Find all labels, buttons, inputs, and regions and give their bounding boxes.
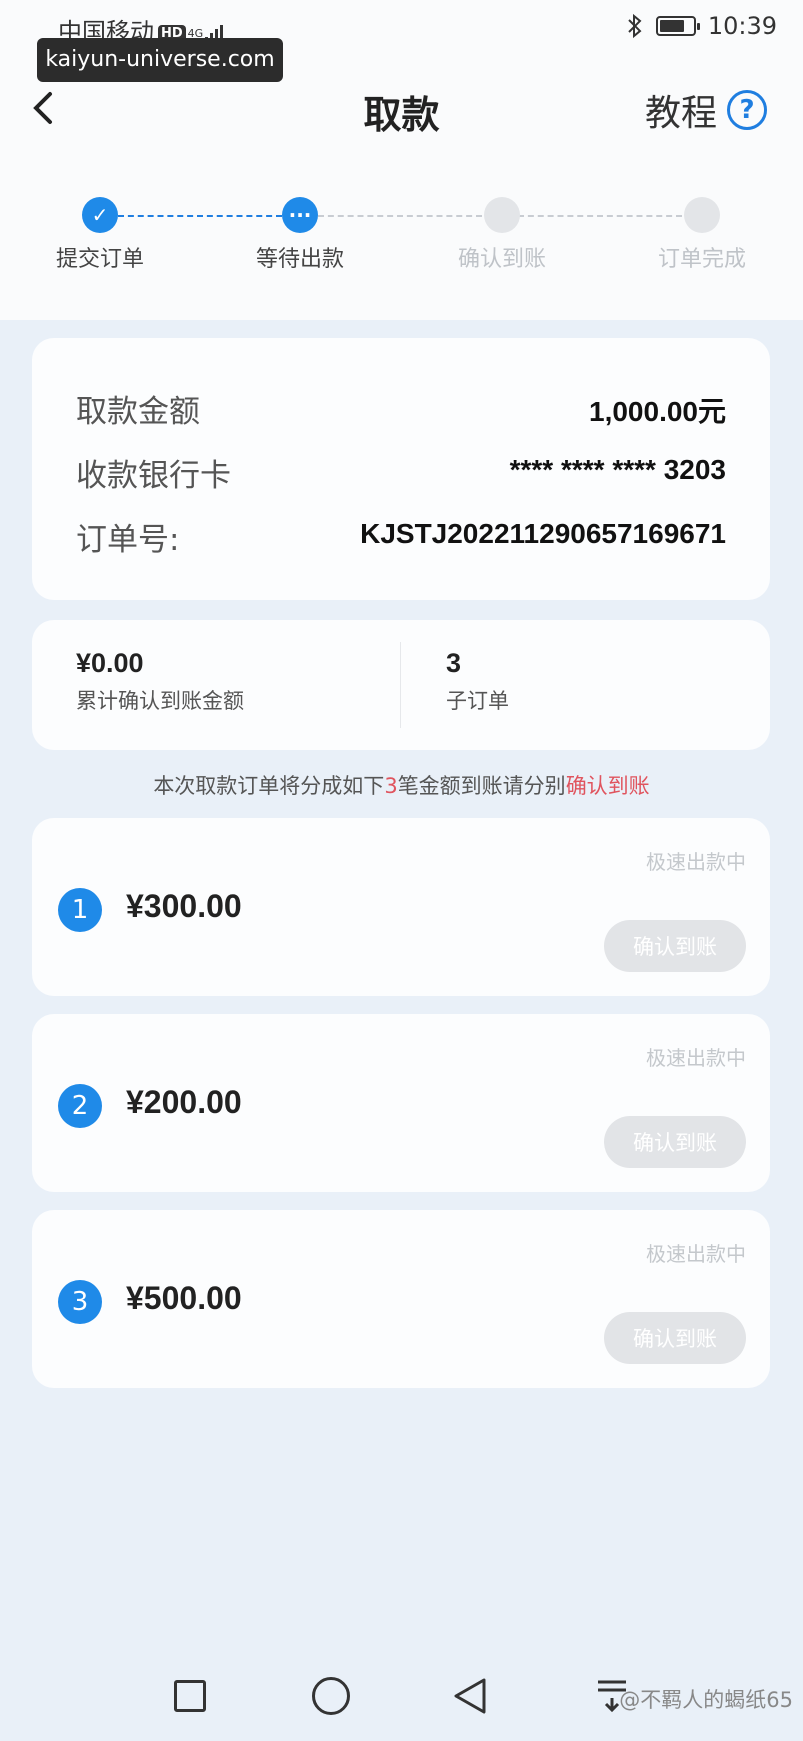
sub-order-amount: ¥500.00	[126, 1280, 242, 1316]
amount-row: 取款金额 1,000.00元	[76, 386, 726, 430]
bluetooth-icon	[628, 13, 642, 39]
notice-action: 确认到账	[565, 774, 650, 798]
order-number-label: 订单号:	[76, 522, 180, 558]
step-label: 等待出款	[255, 247, 344, 272]
withdrawal-summary-card: 取款金额 1,000.00元 收款银行卡 **** **** **** 3203…	[32, 338, 770, 600]
notice-count: 3	[384, 774, 398, 798]
status-time: 10:39	[707, 12, 777, 40]
confirmed-amount-stat: ¥0.00 累计确认到账金额	[76, 648, 244, 715]
split-notice: 本次取款订单将分成如下3笔金额到账请分别确认到账	[0, 770, 803, 800]
step-pending-dot	[684, 197, 720, 233]
sub-order-amount: ¥200.00	[126, 1084, 242, 1120]
confirm-receipt-button[interactable]: 确认到账	[604, 1116, 746, 1168]
progress-stepper: ✓ 提交订单 ··· 等待出款 确认到账 订单完成	[0, 195, 803, 275]
sub-order-card: 3 ¥500.00 极速出款中 确认到账	[32, 1210, 770, 1388]
battery-icon	[655, 16, 700, 36]
amount-value: 1,000.00元	[589, 396, 726, 427]
sub-order-status: 极速出款中	[646, 1046, 746, 1070]
bank-card-row: 收款银行卡 **** **** **** 3203	[76, 450, 726, 494]
notice-middle: 笔金额到账请分别	[397, 774, 566, 798]
sub-order-label: 子订单	[446, 689, 509, 713]
bank-card-value: **** **** **** 3203	[509, 454, 726, 485]
sub-order-stat: 3 子订单	[446, 648, 509, 715]
more-dots-icon: ···	[282, 197, 318, 233]
tutorial-button[interactable]: 教程 ?	[645, 84, 767, 136]
step-submit-order: ✓ 提交订单	[40, 195, 160, 273]
help-icon: ?	[727, 90, 767, 130]
step-label: 确认到账	[457, 247, 546, 272]
sub-order-index: 1	[58, 888, 102, 932]
nav-bar: 取款 教程 ?	[0, 78, 803, 138]
step-awaiting-payout: ··· 等待出款	[240, 195, 360, 273]
step-pending-dot	[484, 197, 520, 233]
check-icon: ✓	[82, 197, 118, 233]
sub-order-index: 3	[58, 1280, 102, 1324]
sub-order-index: 2	[58, 1084, 102, 1128]
bank-card-label: 收款银行卡	[76, 458, 231, 494]
amount-label: 取款金额	[76, 394, 200, 430]
corner-watermark: @不羁人的蝎纸65	[619, 1688, 793, 1712]
order-number-value: KJSTJ2022112906571696​71	[360, 518, 726, 549]
confirmed-amount-value: ¥0.00	[76, 648, 144, 678]
confirm-receipt-button[interactable]: 确认到账	[604, 920, 746, 972]
sub-order-card: 1 ¥300.00 极速出款中 确认到账	[32, 818, 770, 996]
confirm-receipt-button[interactable]: 确认到账	[604, 1312, 746, 1364]
back-triangle-icon[interactable]	[452, 1676, 488, 1716]
step-label: 订单完成	[657, 247, 746, 272]
confirmed-amount-label: 累计确认到账金额	[76, 689, 244, 713]
home-icon[interactable]	[312, 1677, 350, 1715]
sub-order-count: 3	[446, 648, 462, 678]
step-label: 提交订单	[55, 247, 144, 272]
tutorial-label: 教程	[644, 93, 717, 134]
sub-order-card: 2 ¥200.00 极速出款中 确认到账	[32, 1014, 770, 1192]
notice-prefix: 本次取款订单将分成如下	[153, 774, 385, 798]
step-confirm-receipt: 确认到账	[442, 195, 562, 273]
step-order-complete: 订单完成	[642, 195, 762, 273]
site-watermark: kaiyun-universe.com	[37, 38, 283, 82]
stats-card: ¥0.00 累计确认到账金额 3 子订单	[32, 620, 770, 750]
sub-order-status: 极速出款中	[646, 1242, 746, 1266]
recent-apps-icon[interactable]	[174, 1680, 206, 1712]
sub-order-status: 极速出款中	[646, 850, 746, 874]
divider	[400, 642, 401, 728]
order-number-row: 订单号: KJSTJ2022112906571696​71	[76, 514, 726, 558]
sub-order-amount: ¥300.00	[126, 888, 242, 924]
